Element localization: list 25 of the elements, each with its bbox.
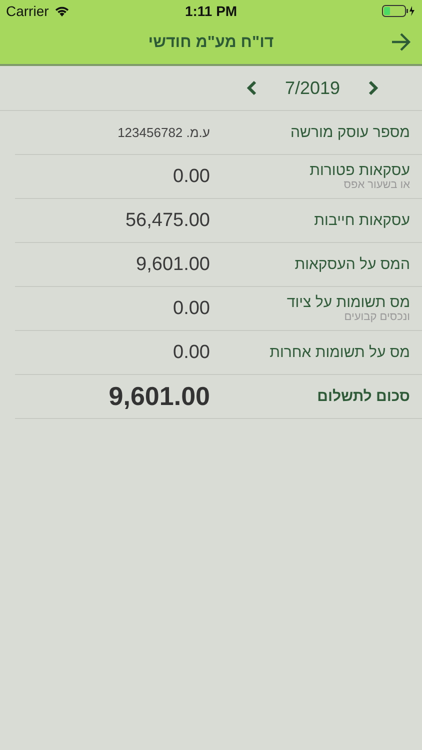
field-label: עסקאות פטורות [310, 162, 410, 179]
forward-arrow-icon[interactable] [390, 32, 412, 52]
amount-value: 56,475.00 [124, 210, 210, 232]
total-amount: 9,601.00 [108, 381, 210, 412]
field-label: מס על תשומות אחרות [270, 344, 410, 361]
screen-title: דו"ח מע"מ חודשי [148, 34, 274, 52]
amount-value: 0.00 [172, 342, 210, 364]
wifi-icon [54, 5, 70, 17]
amount-value: 0.00 [172, 166, 210, 188]
dealer-number: ע.מ. 123456782 [116, 125, 210, 140]
field-label: סכום לתשלום [317, 388, 410, 405]
clock-time: 1:11 PM [184, 3, 238, 19]
amount-value: 0.00 [172, 298, 210, 320]
amount-value: 9,601.00 [135, 254, 210, 276]
month-label: 7/2019 [284, 78, 340, 98]
field-label: מס תשומות על ציוד [286, 294, 410, 311]
field-label: המס על העסקאות [294, 256, 410, 273]
field-label: מספר עוסק מורשה [290, 124, 410, 141]
field-hint: ונכסים קבועים [344, 311, 410, 323]
next-chevron-icon[interactable] [368, 80, 378, 96]
carrier-name: Carrier [6, 3, 49, 19]
previous-chevron-icon[interactable] [246, 80, 257, 96]
field-label: עסקאות חייבות [314, 212, 410, 229]
battery-icon [382, 5, 416, 17]
field-hint: או בשעור אפס [344, 179, 410, 191]
